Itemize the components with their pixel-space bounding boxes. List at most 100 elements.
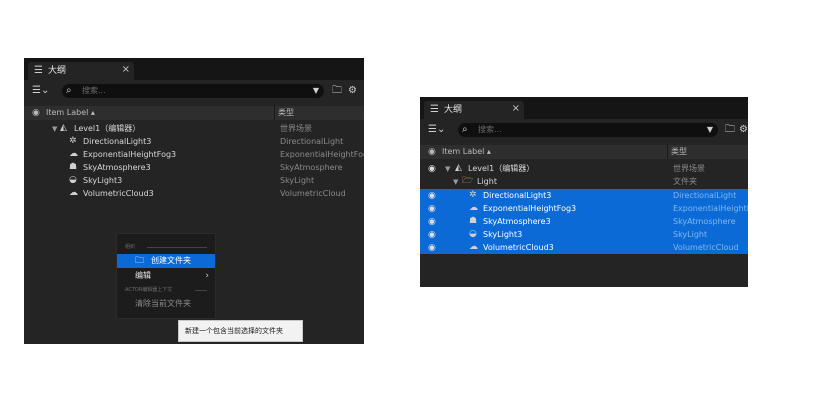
menu-divider (195, 290, 207, 291)
eye-icon[interactable]: ◉ (428, 242, 436, 254)
search-input[interactable]: ⌕ 搜索... ▼ (458, 123, 718, 137)
search-input[interactable]: ⌕ 搜索... ▼ (62, 84, 324, 98)
outliner-panel-right: ☰ 大纲 × ☰⌄ ⌕ 搜索... ▼ 🗀 ⚙ ◉ Item Label ▴ 类… (420, 97, 748, 287)
row-type: DirectionalLight (673, 191, 737, 200)
search-placeholder: 搜索... (82, 86, 106, 95)
add-folder-icon[interactable]: 🗀 (332, 85, 342, 97)
sky-atmosphere-icon: ☗ (69, 162, 78, 172)
gear-icon[interactable]: ⚙ (348, 85, 357, 97)
tree-row-selected[interactable]: ◉ ◒ SkyLight3 SkyLight (420, 228, 748, 241)
chevron-down-icon[interactable]: ▼ (313, 85, 319, 97)
create-folder-menu-item[interactable]: 🗀 创建文件夹 (117, 254, 215, 268)
eye-icon[interactable]: ◉ (428, 146, 436, 158)
item-label-column[interactable]: Item Label ▴ (442, 147, 491, 157)
menu-item-label: 清除当前文件夹 (135, 299, 191, 308)
expand-arrow-icon[interactable]: ▼ (445, 163, 450, 175)
level-icon: ◭ (455, 163, 462, 173)
tab-title: 大纲 (48, 66, 67, 76)
clear-folder-menu-item[interactable]: 清除当前文件夹 (117, 297, 215, 311)
column-divider[interactable] (667, 145, 668, 159)
row-label: DirectionalLight3 (483, 191, 552, 200)
type-column[interactable]: 类型 (278, 108, 294, 118)
tab-title: 大纲 (444, 105, 463, 115)
menu-divider (147, 247, 207, 248)
tooltip: 新建一个包含当前选择的文件夹 (178, 320, 303, 342)
row-type: SkyLight (673, 230, 708, 239)
tree-row-folder[interactable]: ▼ 🗁 Light 文件夹 (420, 175, 748, 188)
row-type: ExponentialHeightFog (673, 204, 748, 213)
row-label: SkyLight3 (483, 230, 523, 239)
row-label: Level1（编辑器） (468, 164, 535, 173)
column-divider[interactable] (274, 106, 275, 120)
folder-add-icon: 🗀 (135, 256, 145, 266)
sky-atmosphere-icon: ☗ (469, 216, 478, 226)
tree-row-selected[interactable]: ◉ ☁ VolumetricCloud3 VolumetricCloud (420, 241, 748, 254)
row-type: 世界场景 (673, 164, 705, 173)
fog-icon: ☁ (69, 149, 78, 159)
row-type: 文件夹 (673, 177, 697, 186)
eye-icon[interactable]: ◉ (32, 107, 40, 119)
eye-icon[interactable]: ◉ (428, 163, 436, 175)
cloud-icon: ☁ (69, 188, 78, 198)
row-label: VolumetricCloud3 (483, 243, 554, 252)
gear-icon[interactable]: ⚙ (739, 124, 748, 136)
row-label: VolumetricCloud3 (83, 189, 154, 198)
column-header: ◉ Item Label ▴ 类型 (24, 106, 364, 120)
tree-row-selected[interactable]: ◉ ☗ SkyAtmosphere3 SkyAtmosphere (420, 215, 748, 228)
close-icon[interactable]: × (512, 103, 520, 115)
eye-icon[interactable]: ◉ (428, 203, 436, 215)
toolbar: ☰⌄ ⌕ 搜索... ▼ 🗀 ⚙ (420, 121, 748, 139)
row-label: SkyAtmosphere3 (483, 217, 551, 226)
tab-outliner[interactable]: ☰ 大纲 × (424, 101, 524, 119)
row-type: VolumetricCloud (280, 189, 346, 198)
tree-row-level[interactable]: ◉ ▼ ◭ Level1（编辑器） 世界场景 (420, 162, 748, 175)
add-folder-icon[interactable]: 🗀 (725, 124, 735, 136)
expand-arrow-icon[interactable]: ▼ (453, 176, 458, 188)
item-label-column[interactable]: Item Label ▴ (46, 108, 95, 118)
filter-icon[interactable]: ☰⌄ (32, 85, 49, 97)
eye-icon[interactable]: ◉ (428, 216, 436, 228)
eye-icon[interactable]: ◉ (428, 190, 436, 202)
menu-item-label: 创建文件夹 (151, 256, 191, 265)
toolbar: ☰⌄ ⌕ 搜索... ▼ 🗀 ⚙ (24, 82, 364, 100)
chevron-down-icon[interactable]: ▼ (707, 124, 713, 136)
cloud-icon: ☁ (469, 242, 478, 252)
row-type: SkyAtmosphere (673, 217, 736, 226)
row-label: SkyLight3 (83, 176, 123, 185)
search-icon: ⌕ (66, 85, 72, 96)
context-menu: 组织 🗀 创建文件夹 编辑 › ACTOR编辑器上下文 清除当前文件夹 (116, 233, 216, 319)
menu-section-label: 组织 (125, 244, 136, 250)
tree-row[interactable]: ✲ DirectionalLight3 DirectionalLight (24, 135, 364, 148)
sky-light-icon: ◒ (469, 229, 477, 239)
type-column[interactable]: 类型 (671, 147, 687, 157)
row-label: SkyAtmosphere3 (83, 163, 151, 172)
row-type: VolumetricCloud (673, 243, 739, 252)
outliner-icon: ☰ (34, 65, 43, 76)
folder-icon: 🗁 (462, 176, 474, 186)
row-label: Light (477, 177, 497, 186)
row-type: SkyLight (280, 176, 315, 185)
tree-row-level[interactable]: ▼ ◭ Level1（编辑器） 世界场景 (24, 122, 364, 135)
search-placeholder: 搜索... (478, 125, 502, 134)
expand-arrow-icon[interactable]: ▼ (52, 123, 57, 135)
search-icon: ⌕ (462, 124, 468, 135)
edit-menu-item[interactable]: 编辑 › (117, 269, 215, 283)
menu-section-label: ACTOR编辑器上下文 (125, 287, 173, 293)
level-icon: ◭ (60, 123, 67, 133)
tree-row[interactable]: ☗ SkyAtmosphere3 SkyAtmosphere (24, 161, 364, 174)
tree-row-selected[interactable]: ◉ ✲ DirectionalLight3 DirectionalLight (420, 189, 748, 202)
filter-icon[interactable]: ☰⌄ (428, 124, 445, 136)
fog-icon: ☁ (469, 203, 478, 213)
tree-row[interactable]: ◒ SkyLight3 SkyLight (24, 174, 364, 187)
tab-outliner[interactable]: ☰ 大纲 × (28, 62, 134, 80)
directional-light-icon: ✲ (469, 190, 477, 200)
directional-light-icon: ✲ (69, 136, 77, 146)
tree-row-selected[interactable]: ◉ ☁ ExponentialHeightFog3 ExponentialHei… (420, 202, 748, 215)
close-icon[interactable]: × (122, 64, 130, 76)
tree-row[interactable]: ☁ VolumetricCloud3 VolumetricCloud (24, 187, 364, 200)
tree-row[interactable]: ☁ ExponentialHeightFog3 ExponentialHeigh… (24, 148, 364, 161)
eye-icon[interactable]: ◉ (428, 229, 436, 241)
menu-item-label: 编辑 (135, 271, 151, 280)
tab-bar: ☰ 大纲 × (24, 58, 364, 80)
row-type: ExponentialHeightFog (280, 150, 364, 159)
